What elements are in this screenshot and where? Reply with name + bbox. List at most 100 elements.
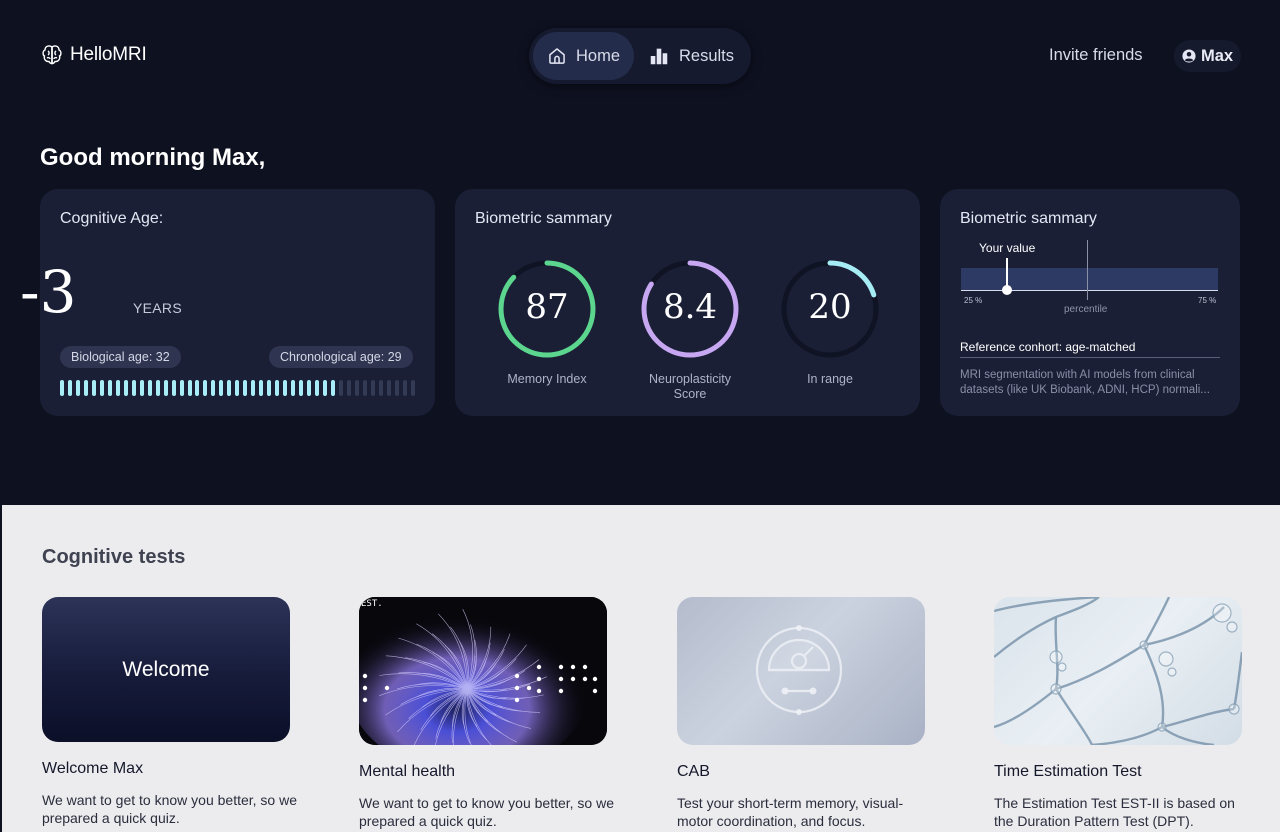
your-value-label: Your value [979, 241, 1036, 255]
age-bar-segment [219, 380, 224, 396]
age-bar-segment [338, 380, 343, 396]
age-bar-segment [394, 380, 399, 396]
burst-dot [582, 676, 588, 682]
age-bar-segment [123, 380, 128, 396]
age-bar-segment [211, 380, 216, 396]
gauge-illustration [755, 625, 843, 715]
age-bar-segment [386, 380, 391, 396]
tick-75: 75 % [1198, 296, 1217, 305]
age-bar-segment [147, 380, 152, 396]
age-bar-segment [354, 380, 359, 396]
cab-test-desc: Test your short-term memory, visual-moto… [677, 795, 904, 829]
cognitive-age-value: -3 [20, 258, 77, 326]
age-bar-segment [299, 380, 304, 396]
welcome-test-desc: We want to get to know you better, so we… [42, 792, 297, 826]
in-range-value: 20 [808, 287, 852, 327]
brand-name: HelloMRI [70, 44, 147, 65]
percentile-axis-label: percentile [1064, 304, 1108, 315]
age-bar-segment [131, 380, 136, 396]
age-bar-segment [315, 380, 319, 396]
neuroplasticity-value: 8.4 [662, 287, 718, 327]
age-bar-segment [99, 380, 104, 396]
divider [960, 357, 1220, 358]
age-bar-segment [171, 380, 176, 396]
median-line [1087, 240, 1088, 300]
reference-cohort: Reference conhort: age-matched [960, 340, 1136, 354]
nav-results[interactable]: Results [634, 32, 748, 80]
biological-age-chip: Biological age: 32 [60, 346, 181, 368]
age-bar-segment [227, 380, 232, 396]
mental-health-test-title[interactable]: Mental health [359, 763, 455, 781]
burst-dot [582, 664, 588, 670]
welcome-test-title[interactable]: Welcome Max [42, 760, 143, 778]
neuroplasticity-label: Neuroplasticity Score [649, 372, 731, 401]
invite-friends-link[interactable]: Invite friends [1049, 46, 1143, 65]
mental-health-tile-image[interactable]: EST. [359, 597, 607, 745]
age-bar-segment [275, 380, 280, 396]
age-bar-segment [75, 380, 80, 396]
greeting: Good morning Max, [40, 144, 266, 171]
burst-dot [362, 697, 368, 703]
memory-index-value: 87 [525, 287, 569, 327]
age-bar-segment [187, 380, 192, 396]
percentile-range-bar [961, 268, 1218, 290]
burst-dot [536, 676, 542, 682]
age-bar-segment [402, 380, 407, 396]
cell-network-illustration [994, 597, 1242, 745]
age-bar-segment [179, 380, 184, 396]
burst-dot [570, 664, 576, 670]
burst-dot [592, 688, 598, 694]
burst-dot [592, 676, 598, 682]
neuron-burst-illustration [359, 597, 607, 745]
logo[interactable]: HelloMRI [40, 43, 147, 67]
cab-test-title[interactable]: CAB [677, 763, 710, 781]
age-bar-segment [203, 380, 208, 396]
age-bar-segment [346, 380, 351, 396]
age-bar-segment [322, 380, 327, 396]
age-bar-segment [283, 380, 288, 396]
age-bar-segment [107, 380, 112, 396]
burst-dot [558, 664, 564, 670]
burst-dot [514, 697, 520, 703]
burst-dot [558, 676, 564, 682]
cognitive-age-unit: YEARS [133, 300, 182, 316]
age-bar-segment [91, 380, 96, 396]
burst-dot [558, 688, 564, 694]
age-bar-segment [267, 380, 272, 396]
age-bar-segment [235, 380, 240, 396]
nav-home[interactable]: Home [533, 32, 634, 80]
mental-health-test-desc: We want to get to know you better, so we… [359, 795, 614, 829]
age-bar-segment [67, 380, 72, 396]
time-estimation-tile-image[interactable] [994, 597, 1242, 745]
welcome-tile-label: Welcome [122, 657, 210, 681]
tick-25: 25 % [964, 296, 983, 305]
user-menu[interactable]: Max [1174, 40, 1242, 72]
biometric-summary-title: Biometric sammary [475, 210, 612, 227]
main-nav: Home Results [529, 28, 751, 84]
time-estimation-test-title[interactable]: Time Estimation Test [994, 763, 1142, 781]
burst-dot [526, 685, 532, 691]
memory-index-label: Memory Index [507, 372, 587, 386]
age-bar-segment [83, 380, 88, 396]
age-bar-segment [330, 380, 335, 396]
age-bar-segment [378, 380, 383, 396]
cognitive-tests-title: Cognitive tests [42, 546, 186, 568]
your-value-dot [1002, 285, 1012, 295]
chronological-age-chip: Chronological age: 29 [269, 346, 413, 368]
welcome-tile-image[interactable]: Welcome [42, 597, 290, 742]
user-name: Max [1201, 46, 1234, 65]
cab-tile-image[interactable] [677, 597, 925, 745]
age-bar-segment [410, 380, 415, 396]
age-bar-segment [307, 380, 312, 396]
in-range-label: In range [807, 372, 853, 386]
age-bar-segment [370, 380, 375, 396]
age-bar-segment [60, 380, 64, 396]
burst-dot [570, 676, 576, 682]
top-bar: HelloMRI Home Results Invite friends Max [0, 0, 1280, 110]
home-icon [549, 48, 565, 64]
age-bar-segment [291, 380, 296, 396]
percentile-card-title: Biometric sammary [960, 210, 1097, 227]
age-bar-segment [259, 380, 264, 396]
mental-health-tile-label: EST. [361, 599, 383, 609]
burst-dot [536, 688, 542, 694]
